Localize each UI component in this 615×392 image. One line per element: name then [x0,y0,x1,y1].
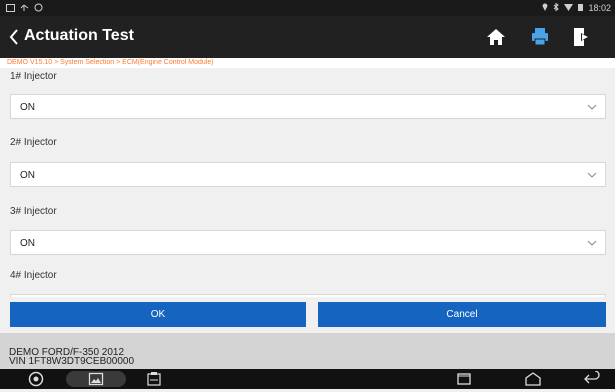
injector-list[interactable]: 1# Injector ON 2# Injector ON 3# Injecto… [0,68,615,297]
chevron-left-icon [9,29,18,45]
ok-button[interactable]: OK [10,302,306,327]
breadcrumb: DEMO V15.10 > System Selection > ECM(Eng… [0,58,615,68]
recent-apps-button[interactable] [456,371,472,387]
usb-icon [20,4,29,14]
vehicle-info: DEMO FORD/F-350 2012 VIN 1FT8W3DT9CEB000… [0,333,615,369]
cancel-button[interactable]: Cancel [318,302,606,327]
injector-3-select[interactable]: ON [10,230,606,255]
page-title: Actuation Test [24,27,134,44]
home-nav-button[interactable] [524,371,542,387]
home-icon [487,29,505,45]
recent-apps-icon [457,373,471,385]
injector-2-select[interactable]: ON [10,162,606,187]
vci-button[interactable] [146,371,162,387]
sync-icon [34,3,43,14]
chevron-down-icon [587,172,597,178]
bluetooth-icon [553,2,560,13]
printer-icon [532,28,548,46]
vehicle-vin: VIN 1FT8W3DT9CEB00000 [9,356,135,367]
app-bar: Actuation Test [0,16,615,58]
injector-4-label: 4# Injector [10,270,57,281]
home-outline-icon [525,372,541,386]
gallery-icon [88,372,104,386]
print-button[interactable] [527,24,553,50]
injector-3-label: 3# Injector [10,206,57,217]
injector-2-label: 2# Injector [10,137,57,148]
status-bar: 18:02 [0,0,615,16]
status-left [6,3,43,14]
exit-icon [574,28,589,46]
injector-3-value: ON [20,238,35,249]
injector-1-label: 1# Injector [10,71,57,82]
status-right: 18:02 [542,2,611,13]
screenshot-icon [6,3,15,14]
location-icon [542,3,548,13]
gallery-button[interactable] [66,371,126,387]
injector-1-select[interactable]: ON [10,94,606,119]
chevron-down-icon [587,240,597,246]
exit-button[interactable] [568,24,594,50]
chrome-icon [28,371,44,387]
back-button[interactable] [6,26,22,48]
injector-2-value: ON [20,170,35,181]
chevron-down-icon [587,104,597,110]
home-button[interactable] [483,24,509,50]
vci-icon [147,372,161,386]
chrome-button[interactable] [28,371,44,387]
battery-icon [578,3,584,13]
back-nav-button[interactable] [583,370,601,387]
system-nav-bar [0,369,615,389]
back-arrow-icon [584,370,600,384]
wifi-icon [564,3,574,13]
injector-1-value: ON [20,102,35,113]
injector-4-select[interactable] [10,294,606,297]
status-time: 18:02 [588,3,611,13]
